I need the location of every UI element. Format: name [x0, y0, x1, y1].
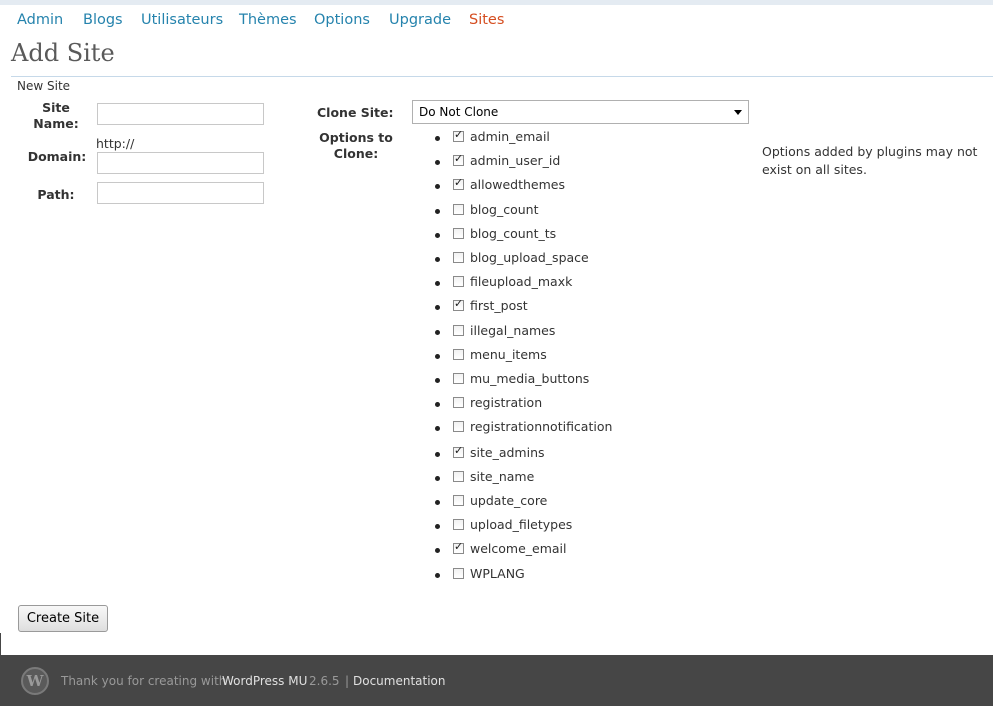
options-note: Options added by plugins may not exist o…	[762, 144, 978, 177]
option-name: menu_items	[470, 347, 547, 362]
bullet-icon	[435, 548, 440, 553]
option-name: registration	[470, 395, 543, 410]
option-name: registrationnotification	[470, 419, 613, 434]
bullet-icon	[435, 573, 440, 578]
option-name: illegal_names	[470, 323, 556, 338]
option-checkbox[interactable]	[453, 349, 464, 360]
option-name: fileupload_maxk	[470, 274, 573, 289]
bullet-icon	[435, 476, 440, 481]
nav-options[interactable]: Options	[314, 12, 370, 28]
bullet-icon	[435, 330, 440, 335]
domain-input[interactable]	[97, 152, 264, 174]
site-name-input[interactable]	[97, 103, 264, 125]
option-name: WPLANG	[470, 566, 525, 581]
option-checkbox[interactable]	[453, 519, 464, 530]
option-name: mu_media_buttons	[470, 371, 590, 386]
option-checkbox[interactable]	[453, 325, 464, 336]
option-name: blog_count	[470, 202, 539, 217]
bullet-icon	[435, 524, 440, 529]
option-checkbox[interactable]	[453, 495, 464, 506]
page-title: Add Site	[11, 39, 115, 67]
footer-separator: |	[345, 674, 350, 688]
bullet-icon	[435, 452, 440, 457]
checkmark-icon: ✓	[454, 297, 464, 310]
bullet-icon	[435, 426, 440, 431]
option-name: upload_filetypes	[470, 517, 573, 532]
option-name: blog_upload_space	[470, 250, 589, 265]
option-checkbox[interactable]	[453, 568, 464, 579]
option-checkbox[interactable]: ✓	[453, 540, 464, 554]
path-input[interactable]	[97, 182, 264, 204]
option-checkbox[interactable]	[453, 252, 464, 263]
nav-utilisateurs[interactable]: Utilisateurs	[141, 12, 223, 28]
wordpress-mu-link[interactable]: WordPress MU	[222, 674, 307, 688]
option-name: blog_count_ts	[470, 226, 557, 241]
bullet-icon	[435, 305, 440, 310]
option-checkbox[interactable]	[453, 421, 464, 432]
bullet-icon	[435, 402, 440, 407]
domain-prefix: http://	[96, 136, 135, 151]
bullet-icon	[435, 500, 440, 505]
bullet-icon	[435, 160, 440, 165]
bullet-icon	[435, 233, 440, 238]
clone-site-select[interactable]: Do Not Clone	[412, 100, 749, 124]
option-checkbox[interactable]	[453, 228, 464, 239]
option-name: update_core	[470, 493, 548, 508]
bullet-icon	[435, 184, 440, 189]
checkmark-icon: ✓	[454, 152, 464, 165]
option-name: first_post	[470, 298, 528, 313]
option-name: site_admins	[470, 445, 545, 460]
option-name: welcome_email	[470, 541, 567, 556]
option-name: admin_user_id	[470, 153, 561, 168]
domain-label: Domain:	[27, 149, 87, 164]
wordpress-logo-icon: W	[21, 667, 49, 695]
bullet-icon	[435, 281, 440, 286]
documentation-link[interactable]: Documentation	[353, 674, 446, 688]
path-label: Path:	[37, 187, 75, 202]
site-name-label: Site Name:	[33, 100, 79, 131]
option-checkbox[interactable]: ✓	[453, 444, 464, 458]
option-checkbox[interactable]	[453, 276, 464, 287]
nav-admin[interactable]: Admin	[17, 12, 63, 28]
footer-version: 2.6.5	[309, 674, 340, 688]
option-checkbox[interactable]: ✓	[453, 297, 464, 311]
bullet-icon	[435, 209, 440, 214]
option-checkbox[interactable]: ✓	[453, 128, 464, 142]
option-checkbox[interactable]: ✓	[453, 176, 464, 190]
option-name: site_name	[470, 469, 535, 484]
nav-themes[interactable]: Thèmes	[239, 12, 297, 28]
checkmark-icon: ✓	[454, 540, 464, 553]
option-checkbox[interactable]	[453, 373, 464, 384]
nav-upgrade[interactable]: Upgrade	[389, 12, 451, 28]
bullet-icon	[435, 354, 440, 359]
footer-edge	[0, 633, 1, 655]
option-checkbox[interactable]: ✓	[453, 152, 464, 166]
bullet-icon	[435, 378, 440, 383]
chevron-down-icon	[734, 110, 742, 115]
option-name: allowedthemes	[470, 177, 565, 192]
checkmark-icon: ✓	[454, 444, 464, 457]
bullet-icon	[435, 136, 440, 141]
options-to-clone-label: Options to Clone:	[319, 130, 393, 161]
checkmark-icon: ✓	[454, 176, 464, 189]
bullet-icon	[435, 257, 440, 262]
create-site-button[interactable]: Create Site	[18, 605, 108, 632]
clone-site-label: Clone Site:	[317, 105, 394, 120]
nav-sites[interactable]: Sites	[469, 12, 504, 28]
admin-top-bar	[0, 0, 993, 5]
option-checkbox[interactable]	[453, 397, 464, 408]
option-checkbox[interactable]	[453, 471, 464, 482]
footer-thanks: Thank you for creating with	[61, 674, 227, 688]
nav-blogs[interactable]: Blogs	[83, 12, 123, 28]
title-divider	[11, 76, 993, 77]
clone-site-selected: Do Not Clone	[419, 105, 499, 119]
checkmark-icon: ✓	[454, 128, 464, 141]
option-checkbox[interactable]	[453, 204, 464, 215]
option-name: admin_email	[470, 129, 550, 144]
section-legend: New Site	[17, 79, 71, 93]
footer: W Thank you for creating with WordPress …	[0, 655, 993, 706]
